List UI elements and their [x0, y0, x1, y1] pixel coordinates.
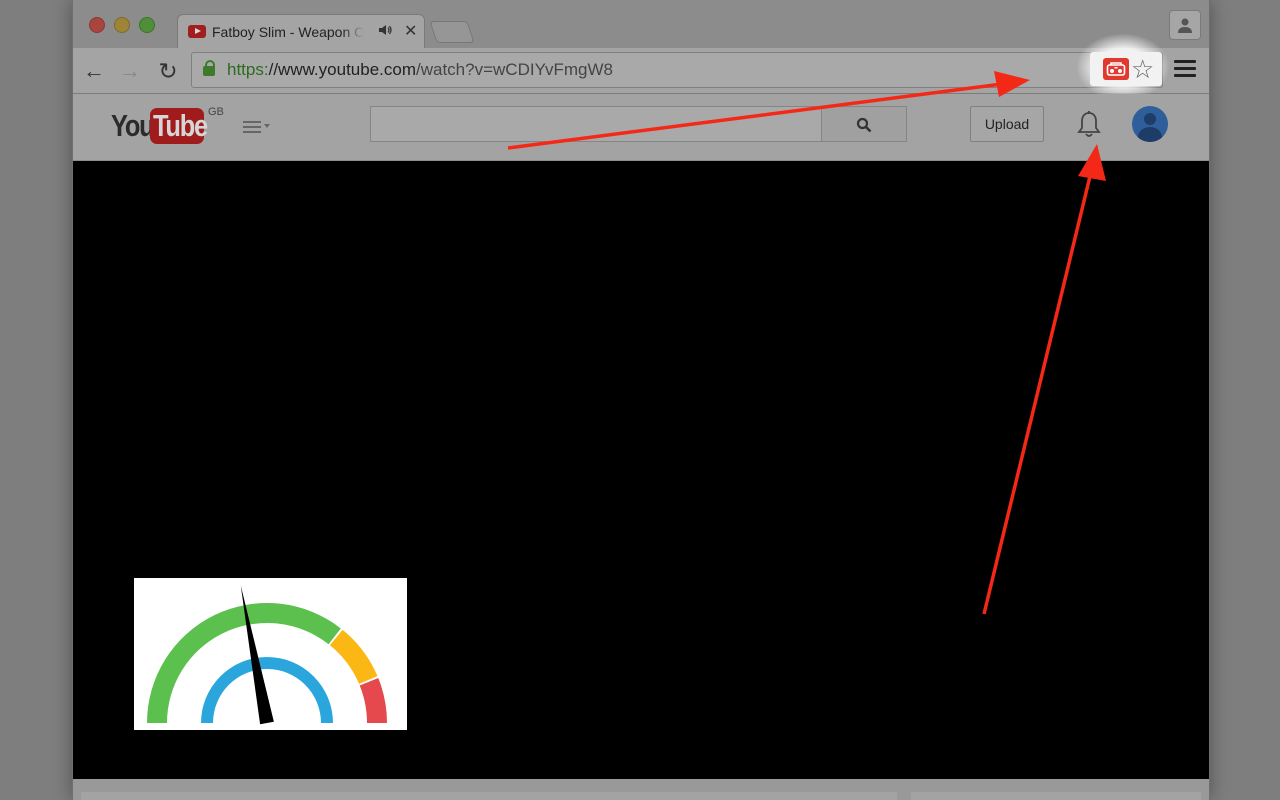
guide-menu-icon[interactable]	[243, 121, 261, 136]
chrome-menu-icon[interactable]	[1174, 60, 1196, 81]
volume-gauge	[134, 578, 407, 730]
tab-strip: Fatboy Slim - Weapon Of Choice ✕	[73, 0, 1209, 49]
below-player	[73, 780, 1209, 800]
person-icon	[1178, 18, 1192, 33]
avatar[interactable]	[1132, 106, 1168, 142]
back-button[interactable]: ←	[81, 58, 107, 84]
bell-icon[interactable]	[1076, 110, 1102, 140]
search-button[interactable]	[821, 106, 907, 142]
address-bar[interactable]: https://www.youtube.com/watch?v=wCDIYvFm…	[191, 52, 1163, 88]
gauge-red-segment	[359, 678, 387, 723]
zoom-window-button[interactable]	[139, 17, 155, 33]
boombox-icon[interactable]	[1103, 58, 1129, 80]
profile-button[interactable]	[1169, 10, 1201, 40]
speaker-icon[interactable]	[378, 24, 392, 39]
chevron-down-icon	[264, 124, 270, 128]
video-player[interactable]	[73, 161, 1209, 779]
minimize-window-button[interactable]	[114, 17, 130, 33]
new-tab-button[interactable]	[429, 21, 475, 43]
url-text[interactable]: https://www.youtube.com/watch?v=wCDIYvFm…	[227, 60, 613, 80]
reload-button[interactable]: ↻	[155, 58, 181, 84]
gauge-yellow-segment	[329, 629, 378, 684]
search-icon	[856, 117, 872, 133]
close-window-button[interactable]	[89, 17, 105, 33]
browser-toolbar: ← → ↻ https://www.youtube.com/watch?v=wC…	[73, 34, 1209, 100]
tab-title: Fatboy Slim - Weapon Of Choice	[212, 24, 364, 40]
forward-button[interactable]: →	[117, 58, 143, 84]
browser-window: Fatboy Slim - Weapon Of Choice ✕ ← → ↻ h…	[72, 0, 1210, 800]
youtube-masthead: You Tube GB Upload	[73, 94, 1209, 161]
tab-youtube[interactable]: Fatboy Slim - Weapon Of Choice ✕	[177, 14, 425, 49]
search-input[interactable]	[370, 106, 821, 142]
youtube-favicon-icon	[188, 25, 206, 38]
region-code: GB	[208, 106, 224, 118]
close-tab-icon[interactable]: ✕	[404, 21, 417, 41]
lock-icon	[203, 60, 215, 76]
bookmark-star-icon[interactable]: ☆	[1131, 54, 1154, 84]
upload-button[interactable]: Upload	[970, 106, 1044, 142]
